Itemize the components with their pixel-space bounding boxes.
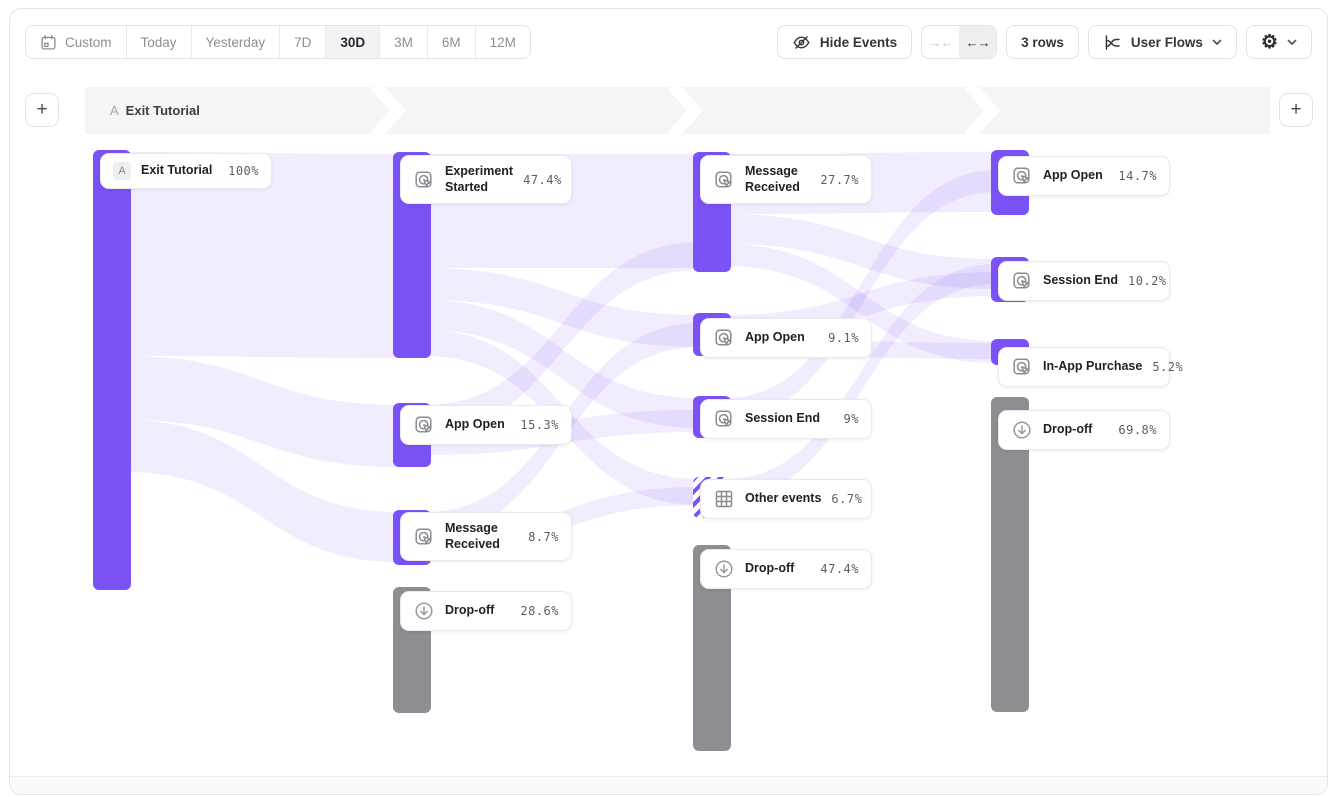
event-icon	[713, 169, 735, 191]
node-percentage: 28.6%	[520, 604, 559, 618]
event-icon	[413, 169, 435, 191]
node-card-s1-drop-off[interactable]: Drop-off 28.6%	[400, 591, 572, 631]
node-percentage: 8.7%	[528, 530, 559, 544]
user-flows-sankey: A Exit Tutorial 100% Experiment Started 47.4…	[0, 0, 1336, 797]
node-label: Session End	[745, 411, 834, 427]
node-label: Session End	[1043, 273, 1118, 289]
event-icon	[413, 414, 435, 436]
node-percentage: 9%	[844, 412, 859, 426]
node-percentage: 10.2%	[1128, 274, 1167, 288]
flow-links-layer	[0, 0, 1336, 797]
node-label: App Open	[745, 330, 818, 346]
node-label: Other events	[745, 491, 821, 507]
event-icon	[1011, 270, 1033, 292]
node-percentage: 47.4%	[820, 562, 859, 576]
node-card-s0-exit-tutorial[interactable]: A Exit Tutorial 100%	[100, 153, 272, 189]
node-percentage: 47.4%	[523, 173, 562, 187]
node-percentage: 14.7%	[1118, 169, 1157, 183]
event-icon	[413, 526, 435, 548]
node-percentage: 27.7%	[820, 173, 859, 187]
node-card-s2-drop-off[interactable]: Drop-off 47.4%	[700, 549, 872, 589]
event-icon	[713, 408, 735, 430]
node-label: Drop-off	[445, 603, 510, 619]
node-percentage: 6.7%	[831, 492, 862, 506]
node-percentage: 5.2%	[1152, 360, 1183, 374]
node-label: Message Received	[745, 164, 810, 195]
drop-off-icon	[1011, 419, 1033, 441]
node-card-s1-experiment-started[interactable]: Experiment Started 47.4%	[400, 155, 572, 204]
node-label: Exit Tutorial	[141, 163, 218, 179]
node-card-s1-message-received[interactable]: Message Received 8.7%	[400, 512, 572, 561]
node-card-s2-app-open[interactable]: App Open 9.1%	[700, 318, 872, 358]
a-badge: A	[113, 162, 131, 180]
node-card-s3-session-end[interactable]: Session End 10.2%	[998, 261, 1170, 301]
node-percentage: 100%	[228, 164, 259, 178]
node-percentage: 69.8%	[1118, 423, 1157, 437]
drop-off-icon	[713, 558, 735, 580]
sankey-bar-s0-exit-tutorial[interactable]	[93, 150, 131, 590]
node-label: Message Received	[445, 521, 518, 552]
event-icon	[1011, 356, 1033, 378]
node-card-s3-app-open[interactable]: App Open 14.7%	[998, 156, 1170, 196]
node-card-s3-drop-off[interactable]: Drop-off 69.8%	[998, 410, 1170, 450]
drop-off-icon	[413, 600, 435, 622]
node-label: In-App Purchase	[1043, 359, 1142, 375]
other-events-grid-icon	[713, 488, 735, 510]
node-label: App Open	[1043, 168, 1108, 184]
node-percentage: 15.3%	[520, 418, 559, 432]
node-label: App Open	[445, 417, 510, 433]
node-card-s2-message-received[interactable]: Message Received 27.7%	[700, 155, 872, 204]
node-percentage: 9.1%	[828, 331, 859, 345]
event-icon	[1011, 165, 1033, 187]
node-label: Drop-off	[745, 561, 810, 577]
node-card-s2-other-events[interactable]: Other events 6.7%	[700, 479, 872, 519]
event-icon	[713, 327, 735, 349]
node-card-s1-app-open[interactable]: App Open 15.3%	[400, 405, 572, 445]
node-card-s3-in-app-purchase[interactable]: In-App Purchase5.2%	[998, 347, 1170, 387]
node-label: Drop-off	[1043, 422, 1108, 438]
node-label: Experiment Started	[445, 164, 513, 195]
node-card-s2-session-end[interactable]: Session End 9%	[700, 399, 872, 439]
